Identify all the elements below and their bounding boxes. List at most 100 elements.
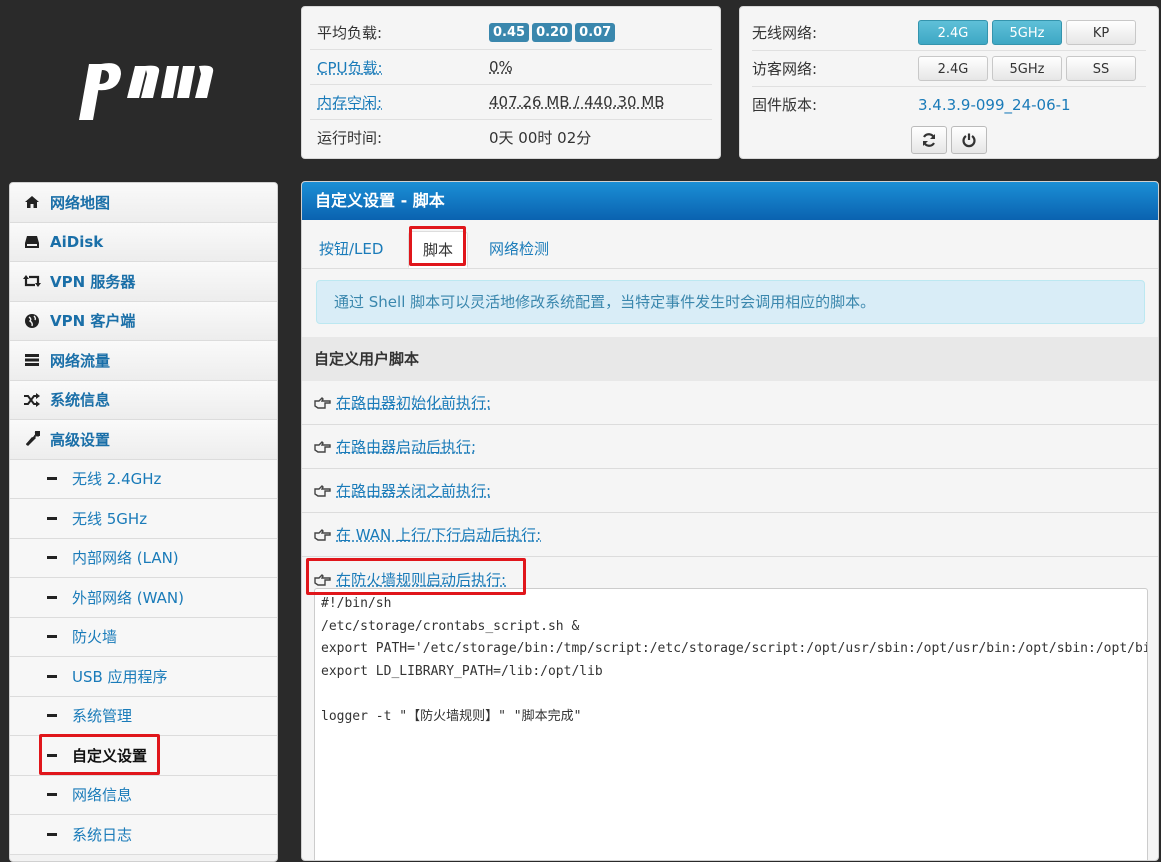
- script-row-post-start[interactable]: 在路由器启动后执行:: [302, 425, 1158, 469]
- code-line: ​: [321, 683, 1147, 706]
- firmware-version-link[interactable]: 3.4.3.9-099_24-06-1: [918, 96, 1071, 114]
- sidebar-nav: 网络地图 AiDisk VPN 服务器 VPN 客户端 网络流量 系统信息 高级…: [9, 182, 278, 862]
- script-row-pre-init[interactable]: 在路由器初始化前执行:: [302, 381, 1158, 425]
- reboot-button[interactable]: [911, 126, 947, 154]
- uptime-label: 运行时间:: [317, 128, 383, 147]
- hand-right-icon: [314, 485, 331, 497]
- sidebar-subitem-label: 系统管理: [72, 707, 133, 726]
- guest-24g-button[interactable]: 2.4G: [918, 56, 988, 81]
- sidebar-subitem-wireless-24[interactable]: 无线 2.4GHz: [10, 459, 277, 499]
- load-label: 平均负载:: [317, 23, 383, 42]
- sidebar-item-label: VPN 服务器: [50, 272, 136, 291]
- sidebar-subitem-label: 防火墙: [72, 628, 118, 647]
- load-badge-15: 0.07: [575, 23, 616, 42]
- load-values: 0.45 0.20 0.07: [489, 22, 618, 42]
- hand-right-icon: [314, 529, 331, 541]
- load-badge-5: 0.20: [532, 23, 573, 42]
- load-row: 平均负载: 0.45 0.20 0.07: [310, 15, 712, 50]
- sidebar-item-aidisk[interactable]: AiDisk: [10, 222, 277, 262]
- sidebar-item-traffic[interactable]: 网络流量: [10, 341, 277, 381]
- sidebar-subitem-customization[interactable]: 自定义设置: [10, 736, 277, 776]
- system-status-panel: 平均负载: 0.45 0.20 0.07 CPU负载: 0% 内存空闲: 407.2…: [301, 6, 721, 159]
- info-alert: 通过 Shell 脚本可以灵活地修改系统配置，当特定事件发生时会调用相应的脚本。: [316, 280, 1145, 324]
- dash-icon: [47, 674, 57, 678]
- sidebar-subitem-firewall[interactable]: 防火墙: [10, 617, 277, 657]
- hdd-icon: [25, 235, 39, 248]
- sidebar-item-system-info[interactable]: 系统信息: [10, 380, 277, 420]
- dash-icon: [47, 832, 57, 836]
- dash-icon: [47, 477, 57, 481]
- random-icon: [24, 392, 40, 407]
- guest-row: 访客网络: 2.4G 5GHz SS: [752, 51, 1146, 87]
- firmware-row: 固件版本: 3.4.3.9-099_24-06-1: [752, 87, 1146, 122]
- globe-icon: [25, 313, 39, 328]
- sidebar-item-label: VPN 客户端: [50, 312, 136, 331]
- shutdown-button[interactable]: [951, 126, 987, 154]
- sidebar-item-advanced[interactable]: 高级设置: [10, 420, 277, 460]
- dash-icon: [47, 556, 57, 560]
- sidebar-item-label: 网络流量: [50, 351, 111, 370]
- sidebar-subitem-admin[interactable]: 系统管理: [10, 696, 277, 736]
- firewall-script-textarea[interactable]: #!/bin/sh/etc/storage/crontabs_script.sh…: [314, 588, 1148, 860]
- logo-area: [0, 0, 290, 175]
- hand-right-icon: [314, 573, 331, 586]
- guest-label: 访客网络:: [752, 60, 818, 78]
- code-line: export PATH='/etc/storage/bin:/tmp/scrip…: [321, 641, 1147, 656]
- home-icon: [25, 196, 39, 209]
- wifi-row: 无线网络: 2.4G 5GHz KP: [752, 15, 1146, 51]
- tab-network-check[interactable]: 网络检测: [489, 231, 549, 268]
- wrench-icon: [26, 431, 40, 447]
- wifi-24g-button[interactable]: 2.4G: [918, 20, 988, 45]
- guest-5g-button[interactable]: 5GHz: [992, 56, 1062, 81]
- script-label: 在路由器启动后执行:: [336, 438, 477, 456]
- code-line: export LD_LIBRARY_PATH=/lib:/opt/lib: [321, 663, 603, 679]
- sidebar-item-network-map[interactable]: 网络地图: [10, 183, 277, 223]
- sidebar-subitem-label: 网络信息: [72, 786, 133, 805]
- sidebar-subitem-label: 自定义设置: [72, 746, 148, 765]
- retweet-icon: [23, 275, 41, 288]
- sidebar-subitem-lan[interactable]: 内部网络 (LAN): [10, 538, 277, 578]
- wifi-5g-button[interactable]: 5GHz: [992, 20, 1062, 45]
- tab-scripts[interactable]: 脚本: [408, 231, 469, 268]
- page-title: 自定义设置 - 脚本: [302, 182, 1158, 220]
- sidebar-item-label: AiDisk: [50, 232, 104, 251]
- memory-value: 407.26 MB / 440.30 MB: [489, 93, 665, 111]
- cpu-label-link[interactable]: CPU负载:: [310, 57, 489, 78]
- hand-right-icon: [314, 441, 331, 453]
- script-row-wan-updown[interactable]: 在 WAN 上行/下行启动后执行:: [302, 513, 1158, 557]
- code-line: logger -t "【防火墙规则】" "脚本完成": [321, 708, 582, 724]
- sidebar-item-vpn-server[interactable]: VPN 服务器: [10, 262, 277, 302]
- sidebar-item-vpn-client[interactable]: VPN 客户端: [10, 301, 277, 341]
- sidebar-item-label: 高级设置: [50, 430, 111, 449]
- wireless-panel: 无线网络: 2.4G 5GHz KP 访客网络: 2.4G 5GHz SS 固件…: [739, 6, 1159, 159]
- load-badge-1: 0.45: [489, 23, 530, 42]
- section-title: 自定义用户脚本: [302, 337, 1158, 381]
- tab-buttons-led[interactable]: 按钮/LED: [319, 231, 383, 268]
- script-label: 在路由器初始化前执行:: [336, 394, 492, 412]
- memory-label-link[interactable]: 内存空闲:: [310, 92, 489, 113]
- code-line: #!/bin/sh: [321, 596, 392, 611]
- sidebar-subitem-syslog[interactable]: 系统日志: [10, 815, 277, 855]
- script-label: 在 WAN 上行/下行启动后执行:: [336, 526, 542, 544]
- script-label: 在路由器关闭之前执行:: [336, 482, 492, 500]
- sidebar-subitem-network-info[interactable]: 网络信息: [10, 775, 277, 815]
- uptime-value: 0天 00时 02分: [489, 128, 592, 147]
- cpu-row: CPU负载: 0%: [310, 50, 712, 85]
- sidebar-item-label: 网络地图: [50, 193, 111, 212]
- guest-ss-button[interactable]: SS: [1066, 56, 1136, 81]
- script-row-pre-shutdown[interactable]: 在路由器关闭之前执行:: [302, 469, 1158, 513]
- sidebar-subitem-wireless-5[interactable]: 无线 5GHz: [10, 499, 277, 539]
- sidebar-subitem-label: 无线 2.4GHz: [72, 470, 162, 489]
- main-content: 自定义设置 - 脚本 按钮/LED 脚本 网络检测 通过 Shell 脚本可以灵…: [301, 181, 1159, 861]
- wifi-kp-button[interactable]: KP: [1066, 20, 1136, 45]
- sidebar-subitem-usb[interactable]: USB 应用程序: [10, 657, 277, 697]
- sidebar-subitem-label: 系统日志: [72, 825, 133, 844]
- sidebar-subitem-wan[interactable]: 外部网络 (WAN): [10, 578, 277, 618]
- memory-row: 内存空闲: 407.26 MB / 440.30 MB: [310, 85, 712, 120]
- dash-icon: [47, 635, 57, 639]
- dash-icon: [47, 516, 57, 520]
- dash-icon: [47, 595, 57, 599]
- tab-bar: 按钮/LED 脚本 网络检测: [302, 220, 1158, 269]
- system-action-buttons: [752, 126, 1146, 154]
- power-icon: [962, 133, 976, 148]
